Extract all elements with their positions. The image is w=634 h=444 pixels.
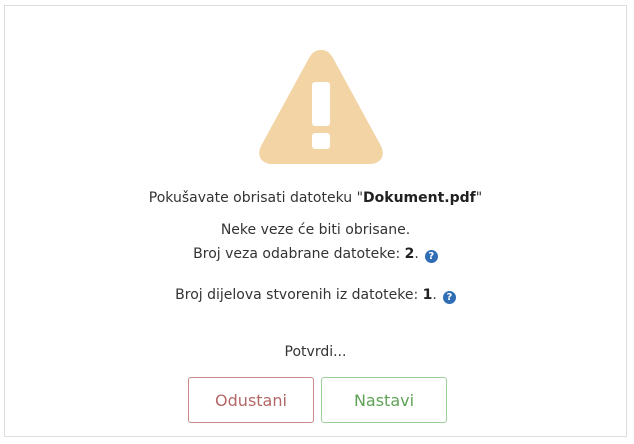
link-count-row: Broj veza odabrane datoteke: 2.?: [5, 245, 626, 263]
continue-button[interactable]: Nastavi: [321, 377, 447, 423]
link-count-period: .: [414, 246, 419, 262]
confirm-prompt: Potvrdi...: [284, 344, 347, 360]
file-name: Dokument.pdf: [363, 190, 476, 206]
warning-triangle-icon: [259, 50, 383, 164]
question-circle-icon[interactable]: ?: [424, 250, 438, 263]
delete-file-dialog: Pokušavate obrisati datoteku "Dokument.p…: [4, 5, 627, 437]
parts-count-label: Broj dijelova stvorenih iz datoteke:: [175, 287, 423, 303]
question-circle-icon[interactable]: ?: [442, 291, 456, 304]
link-count-value: 2: [404, 246, 415, 262]
cancel-button[interactable]: Odustani: [188, 377, 314, 423]
links-removed-notice: Neke veze će biti obrisane.: [220, 222, 411, 238]
delete-file-message: Pokušavate obrisati datoteku "Dokument.p…: [5, 189, 626, 207]
parts-count-row: Broj dijelova stvorenih iz datoteke: 1.?: [5, 286, 626, 304]
link-count-label: Broj veza odabrane datoteke:: [193, 246, 405, 262]
message-suffix: ": [475, 190, 483, 206]
parts-count-period: .: [432, 287, 437, 303]
message-prefix: Pokušavate obrisati datoteku ": [148, 190, 364, 206]
parts-count-value: 1: [422, 287, 433, 303]
